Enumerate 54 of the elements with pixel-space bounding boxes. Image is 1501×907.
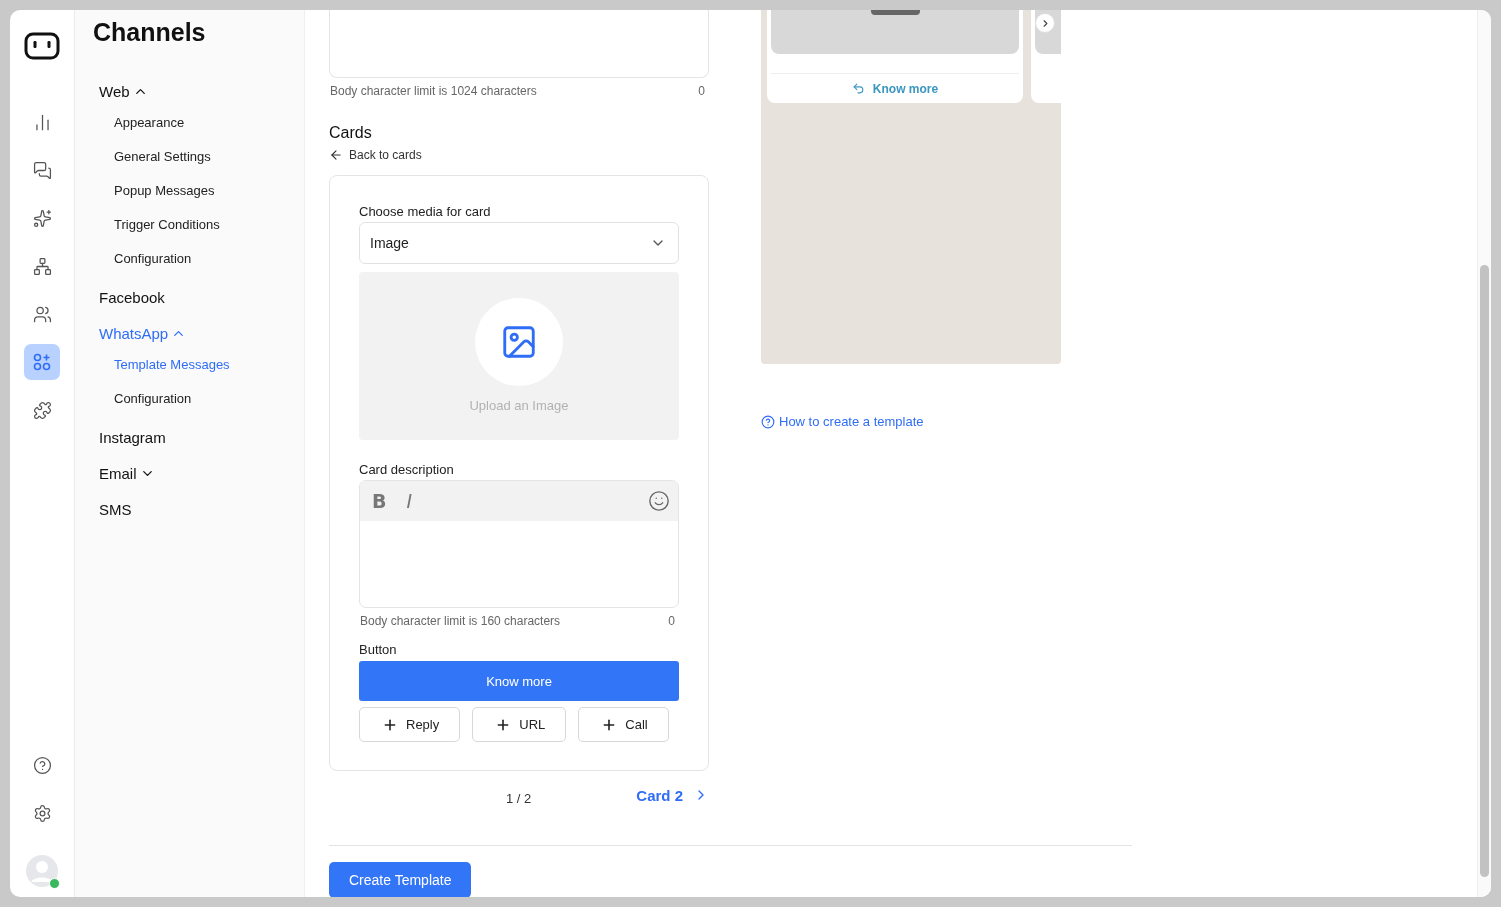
nav-item[interactable]: SMS [99, 497, 304, 521]
character-limit-hint: Body character limit is 160 characters [360, 614, 561, 628]
settings-icon [32, 803, 52, 823]
page-title: Channels [93, 18, 207, 47]
nav-item[interactable]: Email [99, 461, 304, 485]
logo-icon [24, 32, 60, 60]
back-link[interactable]: Back to cards [329, 148, 422, 162]
nav-item[interactable]: WhatsApp [99, 321, 304, 345]
upload-label: Upload an Image [469, 398, 569, 413]
character-count: 0 [668, 614, 675, 628]
nav-subitem[interactable]: Trigger Conditions [114, 217, 304, 237]
help-icon [761, 414, 775, 429]
nav-subitem[interactable]: Configuration [114, 391, 304, 411]
nav-subitem[interactable]: Template Messages [114, 357, 304, 377]
emoji-icon[interactable] [648, 490, 670, 512]
sparkles-icon [32, 208, 52, 228]
italic-button[interactable]: I [404, 490, 415, 512]
users-icon [32, 304, 52, 324]
page-indicator: 1 / 2 [506, 790, 532, 806]
media-type-select[interactable]: Image [359, 222, 679, 264]
field-label: Button [359, 642, 398, 657]
bold-button[interactable]: B [370, 490, 389, 512]
puzzle-icon [32, 400, 52, 420]
card-button[interactable]: Know more [359, 661, 679, 701]
drag-handle [870, 10, 920, 15]
body-text-field[interactable] [329, 10, 709, 78]
add-button[interactable]: Reply [359, 707, 461, 742]
card-description-editor[interactable]: B I [359, 480, 679, 608]
chat-icon [32, 160, 52, 180]
sidebar-icon-button[interactable] [24, 344, 60, 380]
section-title: Cards [329, 124, 373, 142]
add-button[interactable]: URL [472, 707, 567, 742]
image-icon [500, 323, 538, 361]
apps-icon [32, 352, 52, 372]
help-link[interactable]: How to create a template [761, 414, 924, 429]
field-label: Card description [359, 462, 455, 477]
character-count: 0 [698, 84, 705, 98]
scrollbar-thumb[interactable] [1480, 265, 1489, 877]
field-label: Choose media for card [359, 204, 492, 219]
user-avatar[interactable] [26, 855, 58, 887]
nav-item[interactable]: Web [99, 79, 304, 103]
nav-item[interactable]: Facebook [99, 285, 304, 309]
reply-arrow-icon [851, 82, 865, 95]
nav-subitem[interactable]: Configuration [114, 251, 304, 271]
create-template-button[interactable]: Create Template [329, 862, 472, 897]
next-card-link[interactable]: Card 2 [636, 786, 709, 804]
add-button[interactable]: Call [578, 707, 669, 742]
character-limit-hint: Body character limit is 1024 characters [330, 84, 537, 98]
nav-item[interactable]: Instagram [99, 425, 304, 449]
hierarchy-icon [32, 256, 52, 276]
nav-subitem[interactable]: Popup Messages [114, 183, 304, 203]
nav-subitem[interactable]: Appearance [114, 115, 304, 135]
help-icon [32, 755, 52, 775]
nav-subitem[interactable]: General Settings [114, 149, 304, 169]
